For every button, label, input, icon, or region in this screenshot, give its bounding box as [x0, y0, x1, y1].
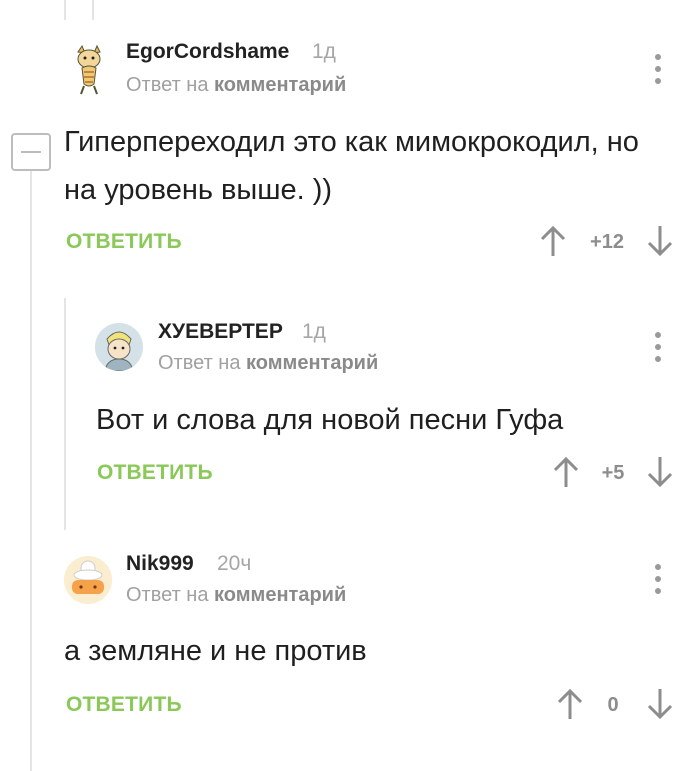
collapse-button[interactable]: [11, 133, 51, 171]
thread-line-nested: [64, 298, 66, 530]
reply-to: Ответ на комментарий: [126, 584, 346, 607]
upvote-button[interactable]: [538, 224, 568, 258]
downvote-button[interactable]: [645, 455, 675, 489]
score: 0: [607, 694, 619, 716]
upvote-button[interactable]: [555, 687, 585, 721]
username[interactable]: EgorCordshame: [126, 40, 289, 64]
arrow-up-icon: [540, 225, 566, 256]
kebab-menu-icon[interactable]: [655, 54, 661, 84]
score: +5: [601, 462, 625, 484]
score: +12: [590, 231, 624, 253]
reply-to-link[interactable]: комментарий: [214, 74, 346, 96]
comment-text: Гиперпереходил это как мимокрокодил, но …: [64, 126, 639, 206]
thread-line-top-2: [92, 0, 94, 20]
kebab-menu-icon[interactable]: [655, 332, 661, 362]
arrow-up-icon: [557, 688, 583, 719]
cat-avatar-icon: [77, 44, 101, 95]
downvote-button[interactable]: [645, 687, 675, 721]
timestamp: 20ч: [217, 552, 252, 575]
reply-to-prefix: Ответ на: [126, 74, 215, 96]
timestamp: 1д: [302, 320, 326, 343]
avatar[interactable]: [95, 323, 143, 371]
arrow-down-icon: [647, 457, 673, 488]
arrow-up-icon: [553, 456, 579, 487]
reply-button[interactable]: ОТВЕТИТЬ: [97, 461, 213, 485]
thread-line-main: [30, 150, 32, 771]
reply-to-link[interactable]: комментарий: [214, 584, 346, 606]
avatar[interactable]: [64, 556, 112, 604]
username[interactable]: ХУЕВЕРТЕР: [158, 320, 283, 344]
kebab-menu-icon[interactable]: [655, 564, 661, 594]
reply-to-link[interactable]: комментарий: [246, 352, 378, 374]
username[interactable]: Nik999: [126, 552, 194, 576]
reply-button[interactable]: ОТВЕТИТЬ: [66, 693, 182, 717]
downvote-button[interactable]: [645, 224, 675, 258]
thread-line-top: [64, 0, 66, 20]
reply-to: Ответ на комментарий: [126, 74, 346, 97]
reply-button[interactable]: ОТВЕТИТЬ: [66, 230, 182, 254]
arrow-down-icon: [647, 226, 673, 257]
reply-to-prefix: Ответ на: [158, 352, 247, 374]
arrow-down-icon: [647, 689, 673, 720]
reply-to: Ответ на комментарий: [158, 352, 378, 375]
avatar[interactable]: [66, 44, 112, 96]
upvote-button[interactable]: [551, 455, 581, 489]
comment-text: а земляне и не против: [64, 635, 367, 667]
timestamp: 1д: [312, 40, 336, 63]
cartoon-avatar-icon: [95, 323, 143, 371]
comment-text: Вот и слова для новой песни Гуфа: [96, 404, 564, 436]
reply-to-prefix: Ответ на: [126, 584, 215, 606]
collapse-minus-icon: [21, 151, 41, 153]
cake-avatar-icon: [64, 556, 112, 604]
